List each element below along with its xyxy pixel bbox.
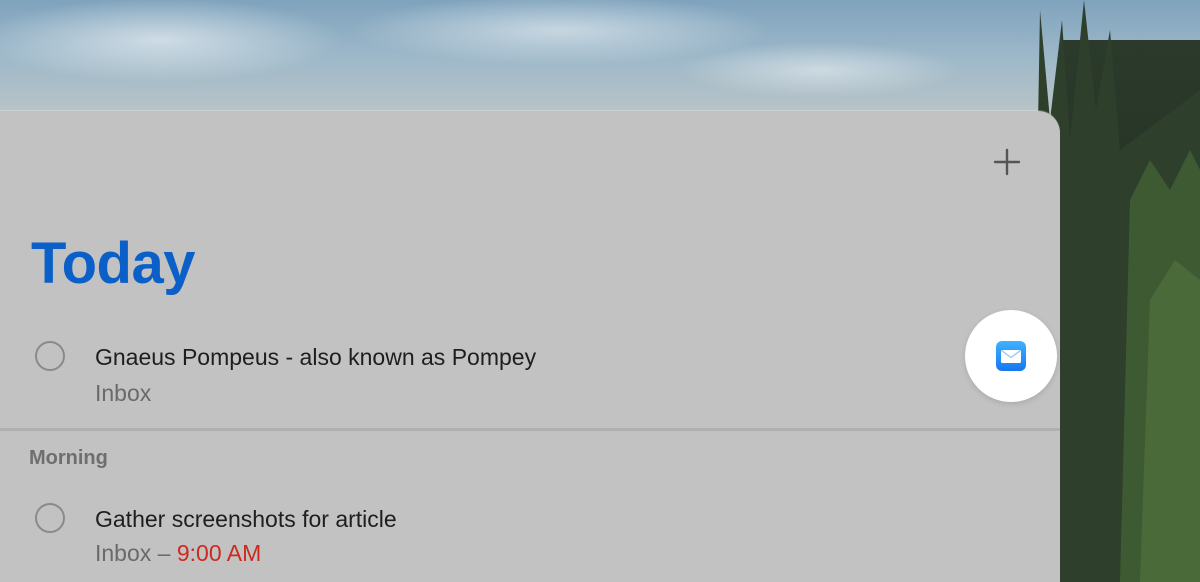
section-header-morning: Morning xyxy=(29,447,108,469)
subtitle-separator: – xyxy=(151,540,177,566)
add-reminder-button[interactable] xyxy=(990,145,1024,179)
section-divider xyxy=(0,428,1060,431)
mail-attachment-badge[interactable] xyxy=(965,310,1057,402)
task-title[interactable]: Gnaeus Pompeus - also known as Pompey xyxy=(95,343,536,371)
task-checkbox[interactable] xyxy=(35,503,65,533)
plus-icon xyxy=(993,148,1021,176)
task-list-name: Inbox xyxy=(95,540,152,566)
task-due-time: 9:00 AM xyxy=(176,540,262,566)
task-list-name: Inbox xyxy=(95,380,152,406)
mail-icon xyxy=(996,341,1026,371)
task-title[interactable]: Gather screenshots for article xyxy=(95,505,397,533)
task-checkbox[interactable] xyxy=(35,341,65,371)
task-subtitle: Inbox – 9:00 AM xyxy=(95,539,261,567)
page-title: Today xyxy=(31,231,196,296)
